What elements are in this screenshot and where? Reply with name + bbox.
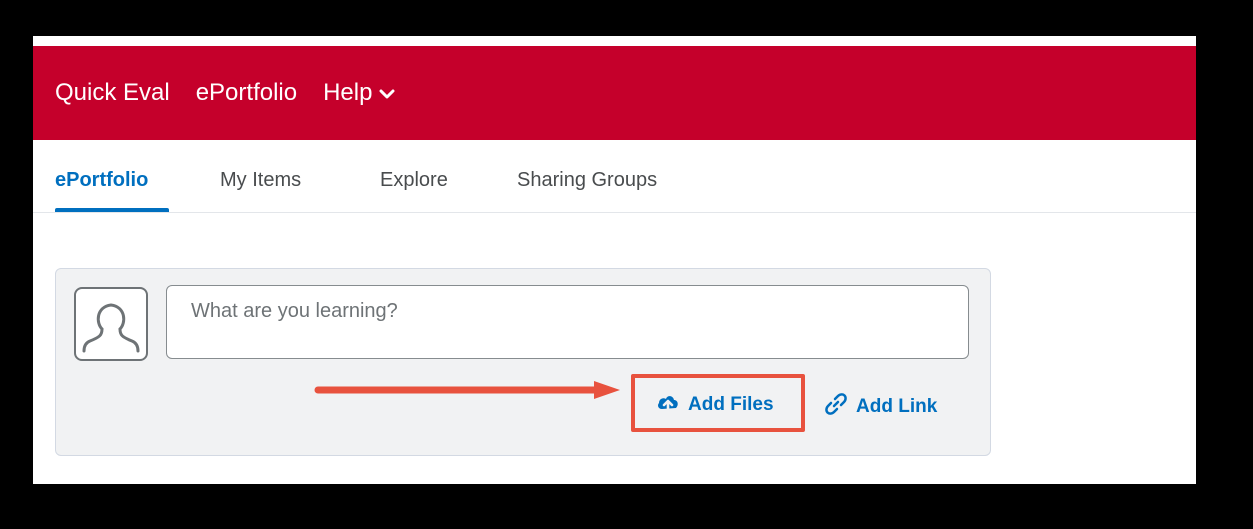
tab-eportfolio[interactable]: ePortfolio	[55, 169, 148, 192]
tab-explore[interactable]: Explore	[380, 169, 448, 192]
tab-sharing-groups[interactable]: Sharing Groups	[517, 169, 657, 192]
tab-my-items[interactable]: My Items	[220, 169, 301, 192]
link-icon	[824, 392, 848, 422]
add-link-label: Add Link	[856, 396, 938, 417]
post-composer: What are you learning? Add Files Add Lin…	[55, 268, 991, 456]
nav-help-label: Help	[323, 79, 373, 106]
tab-bar: ePortfolio My Items Explore Sharing Grou…	[33, 140, 1196, 213]
top-navbar: Quick Eval ePortfolio Help	[33, 46, 1196, 140]
chevron-down-icon	[379, 79, 395, 107]
nav-eportfolio[interactable]: ePortfolio	[196, 79, 297, 107]
nav-quick-eval[interactable]: Quick Eval	[55, 79, 170, 107]
annotation-arrow-icon	[314, 381, 620, 399]
active-tab-indicator	[55, 208, 169, 212]
annotation-highlight-box	[631, 374, 805, 432]
panel-top-strip	[33, 36, 1196, 46]
add-link-button[interactable]: Add Link	[824, 392, 937, 422]
app-panel: Quick Eval ePortfolio Help ePortfolio My…	[33, 36, 1196, 484]
post-text-input[interactable]: What are you learning?	[166, 285, 969, 359]
user-avatar-icon	[74, 287, 148, 361]
nav-help[interactable]: Help	[323, 79, 395, 107]
